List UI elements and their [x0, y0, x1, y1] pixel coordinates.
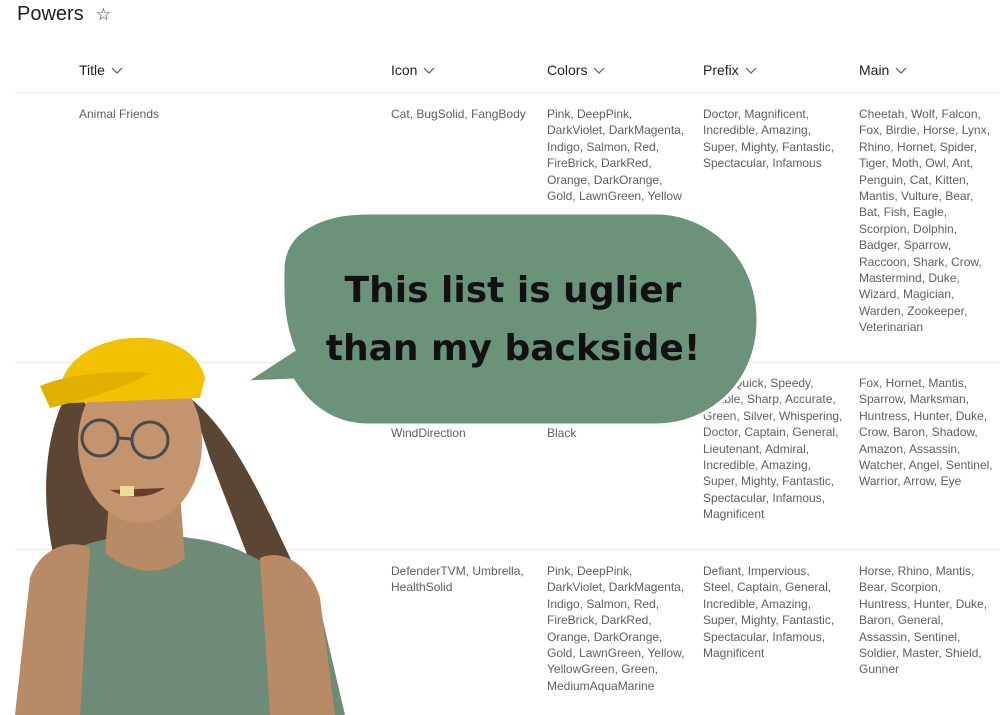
header-divider	[15, 92, 1000, 93]
column-header-title[interactable]: Title	[79, 62, 123, 78]
column-header-icon[interactable]: Icon	[391, 62, 435, 78]
cell-title[interactable]: Animal Friends	[79, 106, 379, 122]
cell-main: Fox, Hornet, Mantis, Sparrow, Marksman, …	[859, 376, 993, 489]
star-outline-icon[interactable]: ☆	[96, 5, 111, 25]
chevron-down-icon	[111, 67, 123, 74]
cell-prefix: Defiant, Impervious, Steel, Captain, Gen…	[703, 564, 835, 661]
column-header-colors[interactable]: Colors	[547, 62, 605, 78]
column-header-label: Title	[79, 62, 105, 78]
column-header-prefix[interactable]: Prefix	[703, 62, 757, 78]
cell-main: Cheetah, Wolf, Falcon, Fox, Birdie, Hors…	[859, 107, 990, 335]
speech-line-2: than my backside!	[325, 328, 701, 369]
column-header-label: Icon	[391, 62, 418, 78]
cell-icon: DefenderTVM, Umbrella, HealthSolid	[391, 564, 524, 595]
chevron-down-icon	[895, 67, 907, 74]
speech-line-1: This list is uglier	[344, 270, 682, 311]
cell-colors: Pink, DeepPink, DarkViolet, DarkMagenta,…	[547, 564, 685, 693]
page-title: Powers	[17, 3, 84, 25]
speech-bubble: This list is uglier than my backside!	[238, 210, 766, 430]
chevron-down-icon	[424, 67, 435, 74]
cell-colors: Pink, DeepPink, DarkViolet, DarkMagenta,…	[547, 107, 685, 204]
column-header-label: Main	[859, 62, 890, 78]
cell-prefix: Doctor, Magnificent, Incredible, Amazing…	[703, 107, 835, 171]
cell-icon: Cat, BugSolid, FangBody	[391, 107, 526, 121]
cell-main: Horse, Rhino, Mantis, Bear, Scorpion, Hu…	[859, 564, 988, 677]
speech-bubble-text: This list is uglier than my backside!	[298, 262, 728, 378]
page-header: Powers ☆	[17, 3, 111, 26]
chevron-down-icon	[745, 67, 757, 74]
column-header-label: Prefix	[703, 62, 739, 78]
column-header-label: Colors	[547, 62, 588, 78]
chevron-down-icon	[594, 67, 605, 74]
column-header-main[interactable]: Main	[859, 62, 907, 78]
